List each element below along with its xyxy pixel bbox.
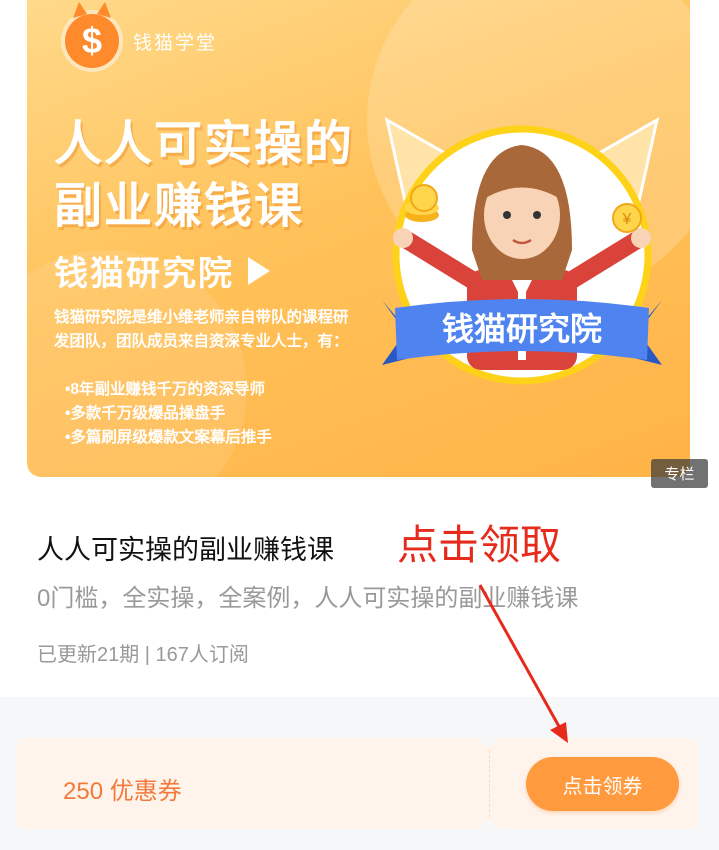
arrow-annotation-icon xyxy=(478,584,568,743)
